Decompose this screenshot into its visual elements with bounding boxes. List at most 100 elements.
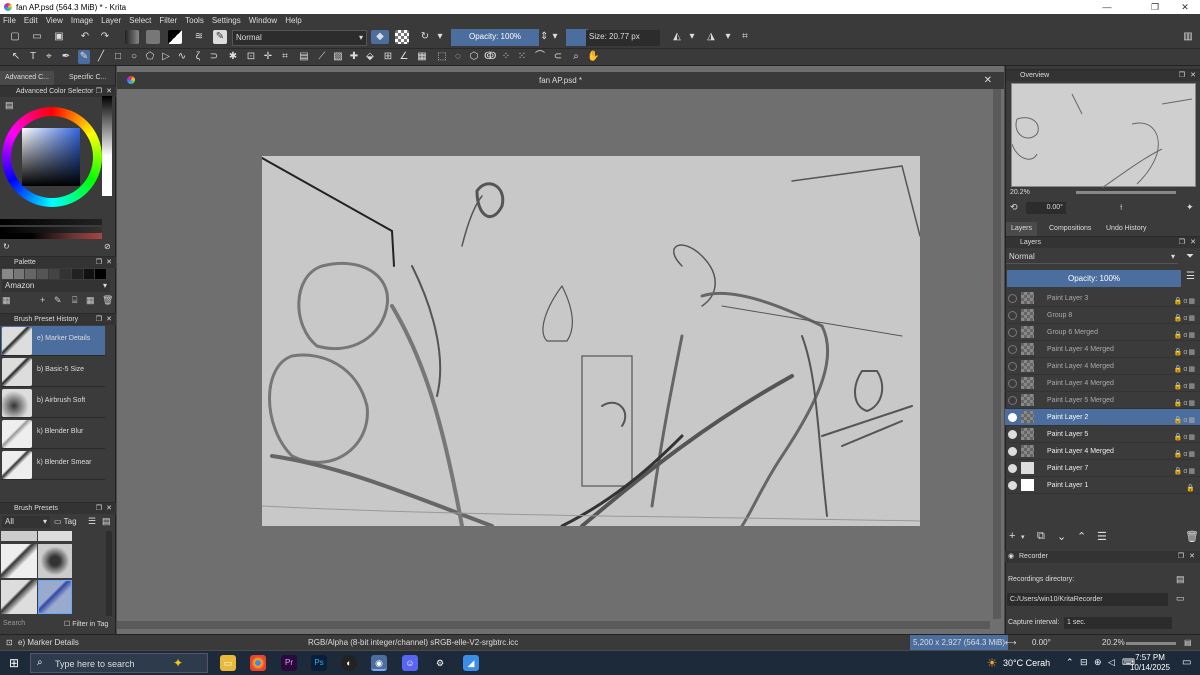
add-layer-icon[interactable]: + [1009,530,1015,542]
layer-filter-icon[interactable]: ⏷ [1186,251,1194,262]
value-slider[interactable] [102,96,112,196]
recordings-dir-input[interactable]: C:/Users/win10/KritaRecorder [1007,593,1168,606]
color-sampler-tool-icon[interactable]: ⟋ [316,50,328,64]
palette-grid-icon[interactable]: ▦ [2,295,11,306]
brush-settings-icon[interactable]: ≋ [192,30,206,44]
layer-row[interactable]: Paint Layer 3 🔒α▦ [1005,290,1200,307]
add-layer-dropdown-icon[interactable]: ▾ [1021,533,1025,541]
visibility-hidden-icon[interactable] [1008,345,1017,354]
layer-row[interactable]: Paint Layer 7 🔒α▦ [1005,460,1200,477]
layer-row-active[interactable]: Paint Layer 2 🔒α▦ [1005,409,1200,426]
float-icon[interactable]: ❐ [96,257,102,269]
weather-icon[interactable]: ☀ [984,655,1000,671]
clock-time[interactable]: 7:57 PM [1132,653,1168,662]
transform-tool-icon[interactable]: ⊡ [245,50,257,64]
pan-tool-icon[interactable]: ✋ [587,50,599,64]
brush-history-item[interactable]: b) Basic-5 Size [1,357,105,387]
ellipse-select-tool-icon[interactable]: ◌ [452,50,464,64]
app-taskbar-icon[interactable]: ◢ [463,655,479,671]
reference-tool-icon[interactable]: ▦ [416,50,428,64]
menu-image[interactable]: Image [71,16,93,25]
float-icon[interactable]: ❐ [96,314,102,326]
float-icon[interactable]: ❐ [1179,70,1185,82]
gradient-tool-icon[interactable]: ▤ [298,50,310,64]
discord-icon[interactable]: ☺ [402,655,418,671]
freehand-select-tool-icon[interactable]: ↂ [484,50,496,64]
weather-text[interactable]: 30°C Cerah [1003,658,1050,668]
opacity-spin-icon[interactable]: ⇕ [540,30,548,44]
presets-tag-button[interactable]: ▭ Tag [54,517,77,526]
contiguous-select-tool-icon[interactable]: ⁘ [500,50,512,64]
palette-select[interactable]: Amazon ▾ [2,280,110,292]
close-panel-icon[interactable]: ✕ [1190,237,1196,249]
maximize-button[interactable]: ❐ [1142,0,1168,14]
krita-taskbar-icon[interactable]: ◉ [371,655,387,671]
undo-icon[interactable]: ↶ [78,30,92,44]
layer-row[interactable]: Paint Layer 4 Merged 🔒α▦ [1005,443,1200,460]
layer-opacity-slider[interactable]: Opacity: 100% [1007,270,1181,287]
line-tool-icon[interactable]: ╱ [95,50,107,64]
visibility-hidden-icon[interactable] [1008,379,1017,388]
settings-icon[interactable]: ▤ [5,100,14,111]
preset-thumb[interactable] [1,544,37,578]
visibility-eye-icon[interactable] [1008,430,1017,439]
close-panel-icon[interactable]: ✕ [106,314,112,326]
minimize-button[interactable]: — [1094,0,1120,14]
polygon-select-tool-icon[interactable]: ⬡ [468,50,480,64]
visibility-eye-icon[interactable] [1008,464,1017,473]
menu-edit[interactable]: Edit [24,16,38,25]
tray-overflow-icon[interactable]: ⌃ [1066,657,1074,668]
visibility-hidden-icon[interactable] [1008,328,1017,337]
rotate-icon[interactable]: ⟲ [1010,202,1018,213]
close-document-icon[interactable]: ✕ [984,72,992,89]
new-document-icon[interactable]: ▢ [8,30,22,44]
layer-row[interactable]: Paint Layer 5 🔒α▦ [1005,426,1200,443]
bezier-select-tool-icon[interactable]: ⌒ [534,50,546,64]
palette-layout-icon[interactable]: ▦ [86,295,95,306]
presets-view-icon[interactable]: ☰ [88,516,96,527]
polygon-tool-icon[interactable]: ⬠ [144,50,156,64]
dynamic-brush-tool-icon[interactable]: ⊃ [208,50,220,64]
gradient-swatch-icon[interactable] [125,30,139,44]
delete-layer-icon[interactable]: 🗑 [1185,530,1199,543]
menu-help[interactable]: Help [285,16,301,25]
saturation-value-square[interactable] [22,128,80,186]
select-shapes-tool-icon[interactable]: ↖ [10,50,22,64]
presets-search-input[interactable]: Search [3,620,25,627]
tab-compositions[interactable]: Compositions [1044,222,1096,236]
overview-zoom-slider[interactable] [1076,191,1176,194]
open-document-icon[interactable]: ▭ [30,30,44,44]
multibrush-tool-icon[interactable]: ✱ [227,50,239,64]
close-panel-icon[interactable]: ✕ [1190,70,1196,82]
preset-thumb[interactable] [38,544,72,578]
add-swatch-icon[interactable]: + [40,295,45,305]
visibility-hidden-icon[interactable] [1008,311,1017,320]
shade-strip-3[interactable] [0,233,102,239]
visibility-hidden-icon[interactable] [1008,362,1017,371]
overview-rotation[interactable]: 0.00° [1026,202,1066,214]
clock-date[interactable]: 10/14/2025 [1128,663,1172,672]
tab-specific-color[interactable]: Specific C... [64,71,111,85]
windows-start-icon[interactable]: ⊞ [6,655,22,671]
layer-row[interactable]: Paint Layer 1 🔒 [1005,477,1200,494]
edit-palette-icon[interactable]: ⌸ [72,295,77,306]
layer-row[interactable]: Group 6 Merged 🔒α▦ [1005,324,1200,341]
ellipse-tool-icon[interactable]: ○ [128,50,140,64]
brush-history-item[interactable]: b) Airbrush Soft [1,388,105,418]
zoom-slider[interactable] [1126,642,1176,645]
size-slider-fill[interactable] [566,29,588,46]
notifications-icon[interactable]: ▭ [1182,657,1191,668]
pin-icon[interactable]: ✦ [1186,202,1194,213]
premiere-icon[interactable]: Pr [281,655,297,671]
overview-thumbnail[interactable] [1011,83,1196,189]
preset-thumb-selected[interactable] [38,580,72,614]
layer-blend-select[interactable]: Normal ▾ [1006,250,1178,264]
status-rotate-icon[interactable]: ⟷ [1005,635,1016,650]
preset-thumb[interactable] [38,531,72,541]
status-rotation[interactable]: 0.00° [1032,635,1051,650]
presets-filter-select[interactable]: All ▾ [2,516,50,528]
mirror-vertical-icon[interactable]: ◮ [704,30,718,44]
palette-swatches[interactable] [2,269,107,279]
layer-options-icon[interactable]: ☰ [1186,271,1195,282]
mirror-h-dropdown-icon[interactable]: ▾ [688,30,696,44]
